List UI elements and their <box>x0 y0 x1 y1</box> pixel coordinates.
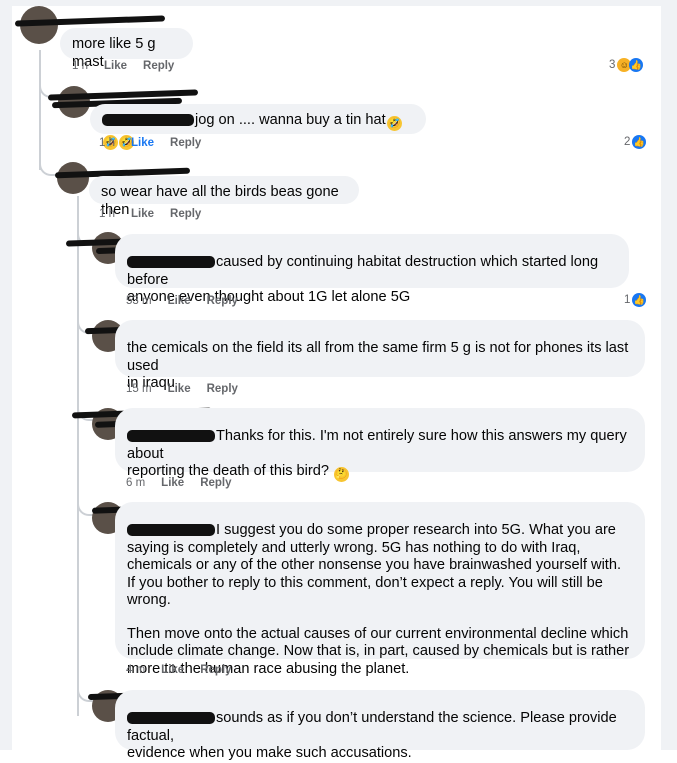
comment-bubble: Thanks for this. I'm not entirely sure h… <box>115 408 645 482</box>
comment-actions: 1 h Like Reply <box>72 60 190 72</box>
reaction-summary[interactable]: 1 👍 <box>624 293 647 307</box>
reply-button[interactable]: Reply <box>200 664 231 676</box>
reply-button[interactable]: Reply <box>170 208 201 220</box>
reaction-count: 1 <box>624 294 631 306</box>
redacted-mention <box>127 712 215 725</box>
comment-text-line2: evidence when you make such accusations. <box>127 745 412 761</box>
reply-button[interactable]: Reply <box>207 383 238 395</box>
comment-actions: 6 m Like Reply <box>126 477 248 489</box>
redacted-mention <box>127 256 215 269</box>
like-button[interactable]: Like <box>131 137 154 149</box>
like-button[interactable]: Like <box>161 477 184 489</box>
like-icon: 👍 <box>629 58 644 72</box>
comment-actions: 15 m Like Reply <box>126 383 254 395</box>
page-right-border <box>661 0 677 750</box>
comment-time: 4 m <box>126 664 146 676</box>
redacted-mention <box>102 114 194 127</box>
comment-actions: 53 m Like Reply <box>126 295 254 307</box>
comment-bubble: jog on .... wanna buy a tin hat 🤣🤣 🤣 <box>90 104 426 150</box>
thread-line <box>77 196 79 716</box>
page-top-border <box>0 0 677 6</box>
reply-button[interactable]: Reply <box>207 295 238 307</box>
comment-actions: 1 h Like Reply <box>99 137 217 149</box>
like-icon: 👍 <box>632 293 647 307</box>
rofl-emoji-icon: 🤣 <box>386 116 402 131</box>
reaction-summary[interactable]: 3 ☺ 👍 <box>609 58 644 72</box>
like-button[interactable]: Like <box>168 295 191 307</box>
comment-bubble: sounds as if you don’t understand the sc… <box>115 690 645 761</box>
reply-button[interactable]: Reply <box>143 60 174 72</box>
comment-time: 1 h <box>99 208 115 220</box>
comment-bubble: the cemicals on the field its all from t… <box>115 320 645 391</box>
comment-time: 15 m <box>126 383 152 395</box>
thinking-emoji-icon: 🤔 <box>334 467 350 482</box>
redacted-mention <box>127 430 215 443</box>
like-button[interactable]: Like <box>168 383 191 395</box>
comment-para1-rest: is completely and utterly wrong. 5G has … <box>127 539 622 609</box>
reply-button[interactable]: Reply <box>170 137 201 149</box>
comment-bubble: so wear have all the birds beas gone the… <box>89 176 359 218</box>
thread-line <box>39 50 41 170</box>
reaction-summary[interactable]: 2 👍 <box>624 135 647 149</box>
like-icon: 👍 <box>632 135 647 149</box>
comment-text-line1: the cemicals on the field its all from t… <box>127 340 629 374</box>
comment-bubble: more like 5 g mast <box>60 28 193 70</box>
comment-actions: 1 h Like Reply <box>99 208 217 220</box>
like-button[interactable]: Like <box>161 664 184 676</box>
like-button[interactable]: Like <box>104 60 127 72</box>
comment-time: 1 h <box>99 137 115 149</box>
comment-actions: 4 m Like Reply <box>126 664 248 676</box>
reaction-count: 2 <box>624 136 631 148</box>
reply-button[interactable]: Reply <box>200 477 231 489</box>
reaction-count: 3 <box>609 59 616 71</box>
comment-bubble: caused by continuing habitat destruction… <box>115 234 629 305</box>
comment-time: 1 h <box>72 60 88 72</box>
comment-bubble: I suggest you do some proper research in… <box>115 502 645 677</box>
comment-time: 6 m <box>126 477 146 489</box>
comment-text: jog on .... wanna buy a tin hat <box>195 112 386 128</box>
redacted-mention <box>127 524 215 537</box>
like-button[interactable]: Like <box>131 208 154 220</box>
comment-time: 53 m <box>126 295 152 307</box>
page-left-border <box>0 0 12 750</box>
